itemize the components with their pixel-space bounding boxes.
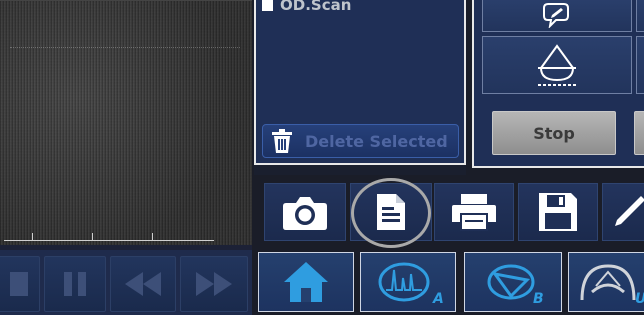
selection-highlight-ring [351, 178, 431, 248]
snapshot-button[interactable] [264, 183, 346, 241]
stop-button-label: Stop [533, 123, 575, 143]
scale-tick [32, 233, 33, 240]
side-tool-button[interactable] [636, 36, 644, 94]
playback-controls [0, 250, 252, 315]
mode-letter: B [533, 291, 544, 307]
list-item-label: OD.Scan [280, 0, 352, 14]
stop-button[interactable]: Stop [492, 111, 616, 155]
depth-marker-line [10, 47, 240, 48]
measurement-panel: Stop [472, 0, 644, 168]
print-button[interactable] [434, 183, 514, 241]
stop-icon [10, 272, 28, 296]
a-scan-icon [378, 262, 430, 302]
pause-button[interactable] [44, 256, 106, 312]
scale-tick [152, 233, 153, 240]
save-button[interactable] [518, 183, 598, 241]
measure-pen-icon [543, 3, 569, 28]
home-icon [284, 262, 328, 302]
fast-forward-button[interactable] [180, 256, 248, 312]
trash-icon [269, 128, 295, 154]
print-icon [452, 194, 496, 231]
home-button[interactable] [258, 252, 354, 312]
list-item-checkbox[interactable] [262, 0, 273, 11]
b-scan-mode-button[interactable]: B [464, 252, 562, 312]
drop-shape-icon [538, 44, 576, 86]
delete-selected-button[interactable]: Delete Selected [262, 124, 459, 158]
drop-shape-button[interactable] [482, 36, 632, 94]
camera-icon [283, 197, 327, 230]
scale-bar [4, 240, 214, 241]
ultrasound-image[interactable] [0, 0, 252, 245]
rewind-button[interactable] [110, 256, 176, 312]
save-icon [539, 193, 577, 231]
ubm-icon [580, 264, 636, 301]
measure-pen-button[interactable] [482, 0, 632, 32]
a-scan-mode-button[interactable]: A [360, 252, 456, 312]
panel-gap [254, 165, 466, 175]
side-gray-button[interactable] [634, 111, 644, 155]
mode-letter: U [635, 291, 644, 307]
list-item[interactable]: OD.Scan [262, 0, 351, 14]
stop-playback-button[interactable] [0, 256, 40, 312]
fast-forward-icon [196, 272, 232, 296]
scale-tick [92, 233, 93, 240]
annotate-button[interactable] [602, 183, 644, 241]
pencil-icon [615, 196, 644, 226]
ubm-mode-button[interactable]: U [568, 252, 644, 312]
side-tool-button[interactable] [636, 0, 644, 32]
pause-icon [64, 272, 86, 296]
delete-selected-label: Delete Selected [305, 131, 448, 151]
rewind-icon [125, 272, 161, 296]
mode-letter: A [433, 291, 444, 307]
scan-list-panel: OD.Scan Delete Selected [254, 0, 466, 165]
